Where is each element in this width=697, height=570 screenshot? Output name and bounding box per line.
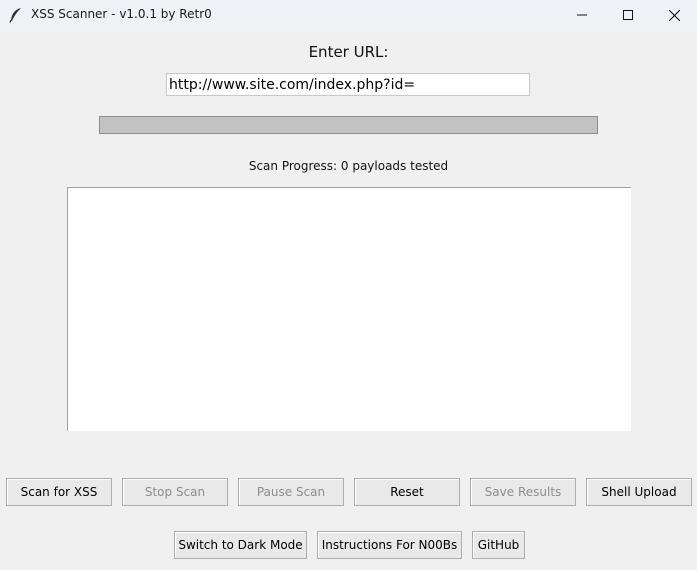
scan-progress-bar	[99, 116, 598, 134]
close-button[interactable]	[651, 0, 697, 30]
window-title: XSS Scanner - v1.0.1 by Retr0	[31, 7, 212, 21]
reset-button[interactable]: Reset	[354, 478, 460, 506]
results-text-area[interactable]	[67, 187, 631, 431]
instructions-button[interactable]: Instructions For N00Bs	[317, 531, 462, 559]
minimize-icon	[577, 14, 587, 16]
scan-progress-text: Scan Progress: 0 payloads tested	[248, 159, 449, 173]
title-bar[interactable]: XSS Scanner - v1.0.1 by Retr0	[0, 0, 697, 30]
dark-mode-button[interactable]: Switch to Dark Mode	[174, 531, 307, 559]
github-button[interactable]: GitHub	[472, 531, 525, 559]
maximize-button[interactable]	[605, 0, 651, 30]
url-input[interactable]	[166, 73, 530, 96]
shell-upload-button[interactable]: Shell Upload	[586, 478, 692, 506]
pause-scan-button[interactable]: Pause Scan	[238, 478, 344, 506]
stop-scan-button[interactable]: Stop Scan	[122, 478, 228, 506]
url-label: Enter URL:	[308, 43, 389, 61]
close-icon	[668, 9, 680, 21]
minimize-button[interactable]	[559, 0, 605, 30]
feather-icon	[9, 7, 23, 23]
maximize-icon	[623, 10, 633, 20]
scan-for-xss-button[interactable]: Scan for XSS	[6, 478, 112, 506]
app-window: XSS Scanner - v1.0.1 by Retr0 Enter URL:…	[0, 0, 697, 570]
save-results-button[interactable]: Save Results	[470, 478, 576, 506]
